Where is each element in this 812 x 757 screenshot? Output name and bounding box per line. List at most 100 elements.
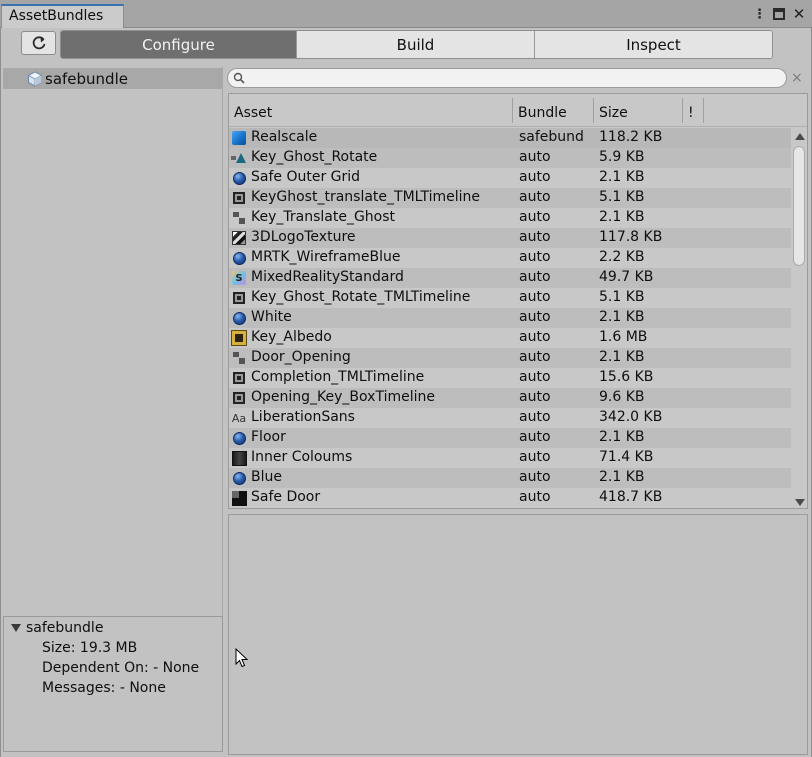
table-row[interactable]: Key_Albedo auto 1.6 MB xyxy=(229,328,791,348)
asset-size: 49.7 KB xyxy=(599,269,654,285)
details-dependent-on: Dependent On: - None xyxy=(42,660,200,676)
asset-size: 1.6 MB xyxy=(599,329,648,345)
asset-size: 71.4 KB xyxy=(599,449,654,465)
bundle-list: safebundle xyxy=(3,67,223,643)
more-options-icon[interactable]: ⋮ xyxy=(752,7,766,22)
asset-size: 15.6 KB xyxy=(599,369,654,385)
assetbundles-window: Configure Build Inspect safebundle safeb… xyxy=(0,28,812,757)
window-tab[interactable]: AssetBundles xyxy=(1,4,124,28)
table-row[interactable]: Realscale safebund 118.2 KB xyxy=(229,128,791,148)
sphere-asset-icon xyxy=(231,470,247,486)
table-row[interactable]: Floor auto 2.1 KB xyxy=(229,428,791,448)
column-bundle[interactable]: Bundle xyxy=(518,105,567,121)
bundle-item[interactable]: safebundle xyxy=(3,68,222,89)
asset-bundle: auto xyxy=(519,449,551,465)
asset-name: MRTK_WireframeBlue xyxy=(251,249,401,265)
asset-bundle: auto xyxy=(519,209,551,225)
asset-name: Safe Outer Grid xyxy=(251,169,361,185)
asset-size: 117.8 KB xyxy=(599,229,663,245)
timeline-asset-icon xyxy=(231,190,247,206)
column-asset[interactable]: Asset xyxy=(234,105,272,121)
font-asset-icon: Aa xyxy=(231,411,247,425)
timeline-asset-icon xyxy=(231,370,247,386)
asset-size: 5.1 KB xyxy=(599,189,645,205)
tab-build[interactable]: Build xyxy=(297,31,535,58)
close-icon[interactable]: ✕ xyxy=(792,5,806,23)
search-input[interactable] xyxy=(227,68,787,88)
asset-name: Key_Albedo xyxy=(251,329,332,345)
table-row[interactable]: Key_Ghost_Rotate auto 5.9 KB xyxy=(229,148,791,168)
table-row[interactable]: S MixedRealityStandard auto 49.7 KB xyxy=(229,268,791,288)
sphere-asset-icon xyxy=(231,430,247,446)
asset-bundle: auto xyxy=(519,229,551,245)
table-row[interactable]: Inner Coloums auto 71.4 KB xyxy=(229,448,791,468)
sphere-asset-icon xyxy=(231,170,247,186)
table-row[interactable]: 3DLogoTexture auto 117.8 KB xyxy=(229,228,791,248)
asset-table: Asset Bundle Size ! Realscale safebund 118… xyxy=(228,93,808,509)
asset-size: 2.1 KB xyxy=(599,169,645,185)
scroll-down-icon[interactable] xyxy=(795,499,805,506)
asset-name: White xyxy=(251,309,292,325)
column-divider[interactable] xyxy=(682,98,683,123)
bundle-name: safebundle xyxy=(45,69,128,88)
asset-size: 2.1 KB xyxy=(599,469,645,485)
table-row[interactable]: Blue auto 2.1 KB xyxy=(229,468,791,488)
table-row[interactable]: Completion_TMLTimeline auto 15.6 KB xyxy=(229,368,791,388)
asset-name: 3DLogoTexture xyxy=(251,229,356,245)
darktex-asset-icon xyxy=(231,450,247,466)
asset-size: 5.1 KB xyxy=(599,289,645,305)
column-divider[interactable] xyxy=(593,98,594,123)
asset-bundle: safebund xyxy=(519,129,584,145)
table-row[interactable]: KeyGhost_translate_TMLTimeline auto 5.1 KB xyxy=(229,188,791,208)
bundle-details: safebundle Size: 19.3 MB Dependent On: -… xyxy=(3,616,223,752)
window-titlebar: AssetBundles ⋮ ✕ xyxy=(0,0,812,28)
asset-size: 2.1 KB xyxy=(599,309,645,325)
table-row[interactable]: Safe Door auto 418.7 KB xyxy=(229,488,791,508)
table-row[interactable]: Door_Opening auto 2.1 KB xyxy=(229,348,791,368)
sphere-asset-icon xyxy=(231,250,247,266)
table-row[interactable]: Safe Outer Grid auto 2.1 KB xyxy=(229,168,791,188)
table-row[interactable]: Opening_Key_BoxTimeline auto 9.6 KB xyxy=(229,388,791,408)
details-size: Size: 19.3 MB xyxy=(42,640,138,656)
table-row[interactable]: Aa LiberationSans auto 342.0 KB xyxy=(229,408,791,428)
asset-name: KeyGhost_translate_TMLTimeline xyxy=(251,189,481,205)
asset-bundle: auto xyxy=(519,329,551,345)
refresh-button[interactable] xyxy=(21,31,56,55)
asset-bundle: auto xyxy=(519,369,551,385)
table-row[interactable]: MRTK_WireframeBlue auto 2.2 KB xyxy=(229,248,791,268)
asset-name: Key_Ghost_Rotate_TMLTimeline xyxy=(251,289,471,305)
table-row[interactable]: White auto 2.1 KB xyxy=(229,308,791,328)
tab-configure[interactable]: Configure xyxy=(61,31,297,58)
refresh-icon xyxy=(32,36,45,50)
column-divider[interactable] xyxy=(512,98,513,123)
scroll-up-icon[interactable] xyxy=(795,133,805,140)
asset-name: Door_Opening xyxy=(251,349,351,365)
asset-name: Floor xyxy=(251,429,286,445)
table-header: Asset Bundle Size ! xyxy=(229,94,807,127)
details-header[interactable]: safebundle xyxy=(11,620,103,636)
timeline-asset-icon xyxy=(231,390,247,406)
table-body: Realscale safebund 118.2 KB Key_Ghost_Rotat… xyxy=(229,128,791,508)
asset-bundle: auto xyxy=(519,149,551,165)
maximize-icon[interactable] xyxy=(773,8,785,20)
message-panel xyxy=(228,514,808,755)
cube-asset-icon xyxy=(231,130,247,146)
anim-asset-icon xyxy=(231,210,247,226)
tab-inspect[interactable]: Inspect xyxy=(535,31,772,58)
asset-name: Key_Translate_Ghost xyxy=(251,209,396,225)
table-row[interactable]: Key_Ghost_Rotate_TMLTimeline auto 5.1 KB xyxy=(229,288,791,308)
vertical-scrollbar[interactable] xyxy=(791,128,807,508)
asset-bundle: auto xyxy=(519,169,551,185)
asset-size: 5.9 KB xyxy=(599,149,645,165)
column-divider[interactable] xyxy=(703,98,704,123)
asset-bundle: auto xyxy=(519,409,551,425)
asset-bundle: auto xyxy=(519,249,551,265)
column-size[interactable]: Size xyxy=(599,105,628,121)
tex3d-asset-icon xyxy=(231,230,247,246)
albedo-asset-icon xyxy=(231,330,247,346)
search-clear-icon[interactable]: × xyxy=(791,70,803,86)
scrollbar-thumb[interactable] xyxy=(793,146,805,266)
asset-name: Inner Coloums xyxy=(251,449,353,465)
table-row[interactable]: Key_Translate_Ghost auto 2.1 KB xyxy=(229,208,791,228)
column-messages[interactable]: ! xyxy=(688,105,694,121)
